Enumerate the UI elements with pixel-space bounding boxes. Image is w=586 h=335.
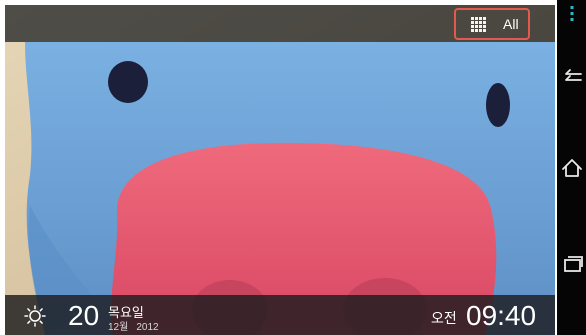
sun-icon [24,305,46,327]
clock-time: 09:40 [466,300,537,331]
figure-eye-left [108,61,148,103]
filter-all-label: All [503,16,519,32]
back-icon[interactable] [561,66,583,88]
date-day: 20 [68,300,100,331]
bottom-info-bar: 20 목요일 12월 2012 오전 09:40 [5,295,555,335]
home-icon[interactable] [561,157,583,179]
date-month: 12월 [108,322,129,333]
photo-preview[interactable] [5,5,555,335]
clock-ampm: 오전 [431,310,457,326]
date-year: 2012 [136,322,159,333]
system-nav-bar [557,0,586,335]
date-month-year: 12월 2012 [108,318,159,333]
figure-eye-right [486,83,510,127]
filter-all-button[interactable]: All [454,8,530,40]
recent-apps-icon[interactable] [561,252,583,274]
top-bar: All [5,5,555,42]
grid-icon [471,16,486,32]
camera-screen: All 20 목요일 12월 2012 오전 09:40 [5,5,555,335]
menu-icon[interactable] [561,2,583,24]
